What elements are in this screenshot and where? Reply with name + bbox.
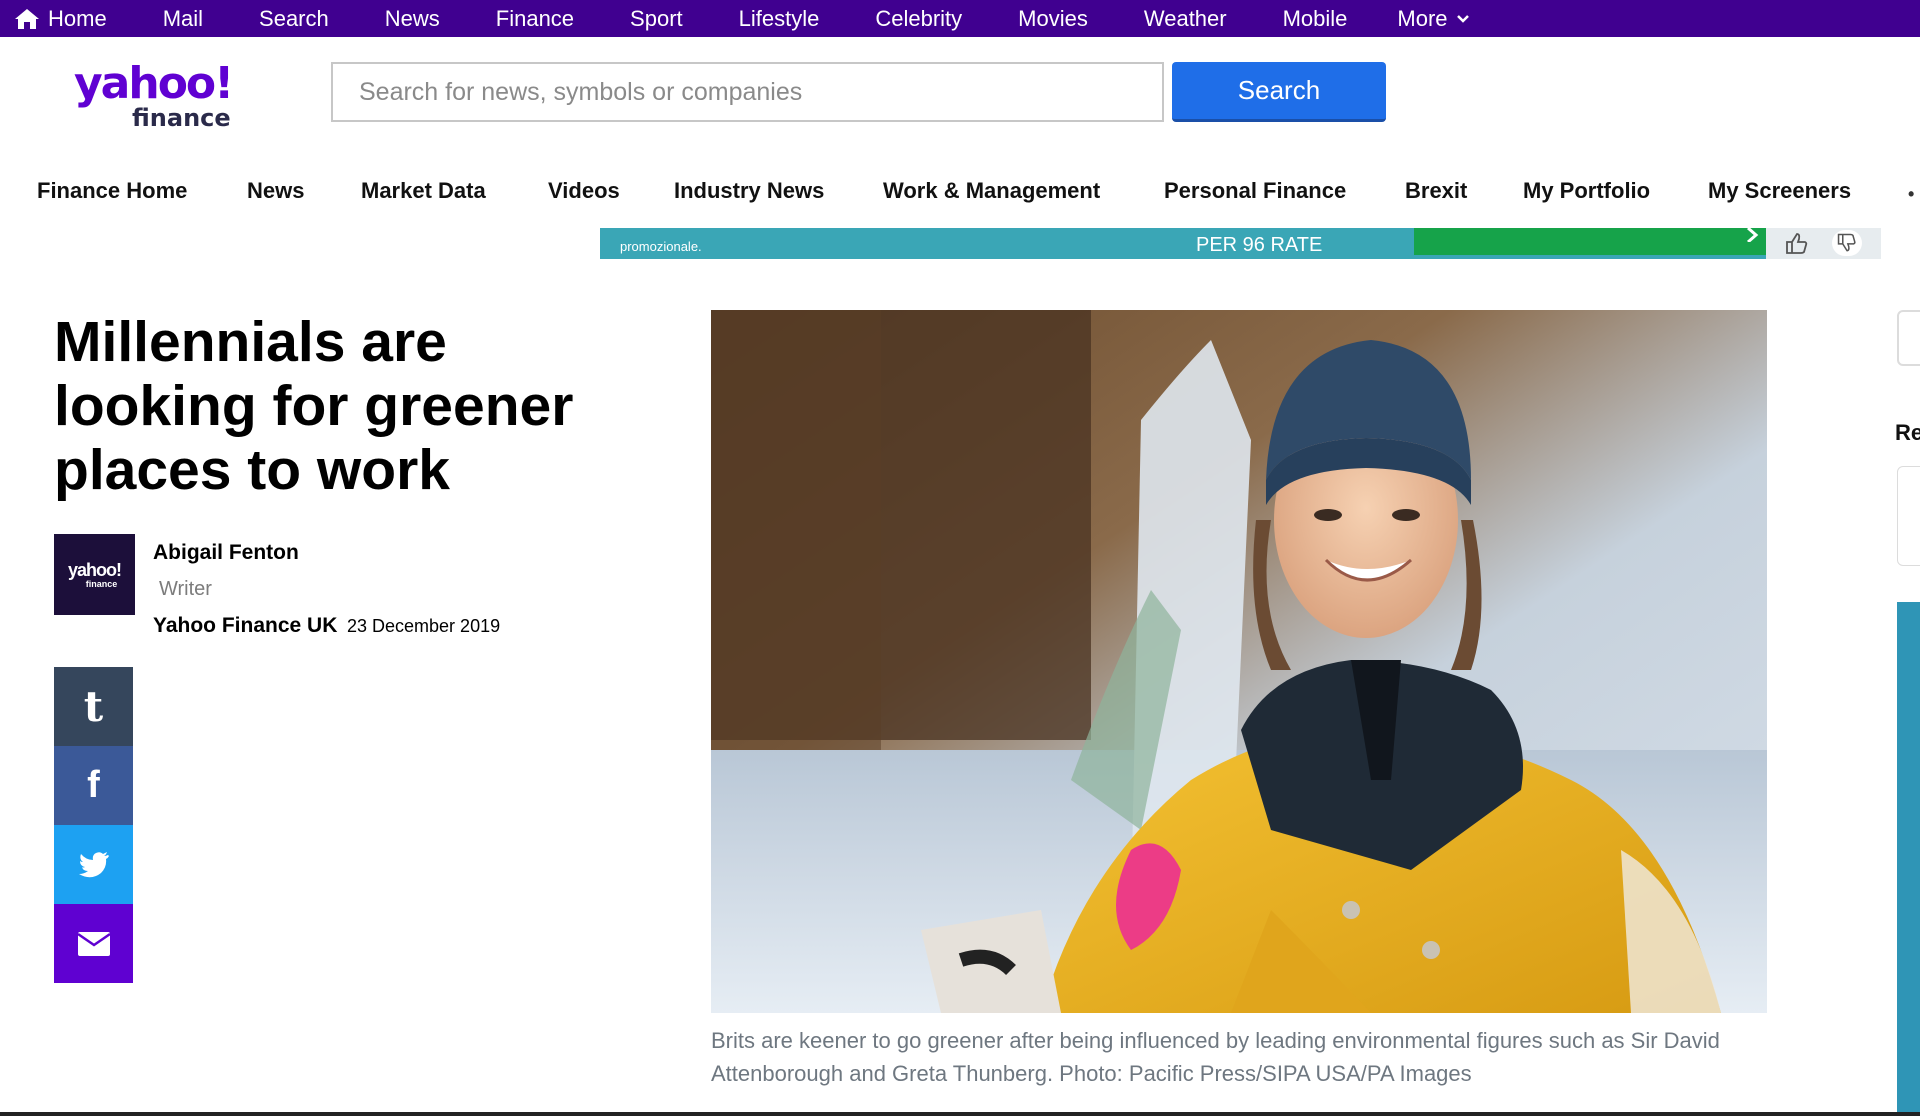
subnav-market-data[interactable]: Market Data (361, 178, 486, 204)
author-avatar-logo-sub: finance (85, 578, 118, 589)
topnav-mail[interactable]: Mail (163, 0, 203, 37)
logo-yahoo-text: yahoo! (74, 58, 234, 109)
author-role: Writer (159, 578, 212, 600)
topnav-more-label: More (1397, 5, 1448, 31)
share-twitter-button[interactable] (54, 825, 133, 904)
window-bottom-edge (0, 1112, 1920, 1116)
facebook-icon: f (87, 764, 100, 806)
author-name[interactable]: Abigail Fenton (153, 541, 299, 565)
subnav-brexit[interactable]: Brexit (1405, 178, 1467, 204)
topnav-finance[interactable]: Finance (496, 0, 574, 37)
yahoo-finance-logo[interactable]: yahoo! finance (74, 62, 244, 134)
topnav-lifestyle[interactable]: Lifestyle (739, 0, 820, 37)
sidebar-card[interactable] (1897, 466, 1920, 566)
ad-feedback (1766, 228, 1881, 259)
ad-text-rate: PER 96 RATE (1196, 234, 1323, 256)
topnav-weather[interactable]: Weather (1144, 0, 1227, 37)
subnav-my-screeners[interactable]: My Screeners (1708, 178, 1851, 204)
top-nav-bar: Home Mail Search News Finance Sport Life… (0, 0, 1920, 37)
subnav-videos[interactable]: Videos (548, 178, 620, 204)
topnav-news[interactable]: News (385, 0, 440, 37)
subnav-work-management[interactable]: Work & Management (883, 178, 1100, 204)
subnav-personal-finance[interactable]: Personal Finance (1164, 178, 1346, 204)
photo-caption: Brits are keener to go greener after bei… (711, 1028, 1720, 1086)
article-photo (711, 310, 1767, 1013)
topnav-more[interactable]: More (1397, 0, 1469, 37)
ad-text: promozionale. (620, 239, 702, 254)
sidebar-section-title: Re (1895, 420, 1920, 445)
topnav-home-label: Home (48, 5, 107, 31)
search-button[interactable]: Search (1172, 62, 1386, 122)
article-headline: Millennials are looking for greener plac… (54, 310, 574, 502)
topnav-mobile[interactable]: Mobile (1283, 0, 1348, 37)
topnav-home[interactable]: Home (14, 0, 107, 37)
publisher-name[interactable]: Yahoo Finance UK (153, 614, 337, 638)
email-icon (77, 931, 110, 956)
topnav-search[interactable]: Search (259, 0, 329, 37)
share-tumblr-button[interactable]: t (54, 667, 133, 746)
author-avatar[interactable]: yahoo! finance (54, 534, 135, 615)
sidebar-search-box[interactable] (1897, 310, 1920, 366)
thumbs-up-icon[interactable] (1784, 230, 1810, 256)
author-avatar-logo-text: yahoo! (67, 559, 122, 580)
subnav-my-portfolio[interactable]: My Portfolio (1523, 178, 1650, 204)
chevron-down-icon (1456, 14, 1469, 23)
publish-date: 23 December 2019 (347, 616, 501, 636)
ad-cta-button[interactable] (1414, 228, 1766, 255)
arrow-right-icon (1747, 228, 1759, 242)
photo-illustration (711, 310, 1767, 1013)
topnav-movies[interactable]: Movies (1018, 0, 1088, 37)
subnav-finance-home[interactable]: Finance Home (37, 178, 187, 204)
sidebar-ad[interactable] (1897, 602, 1920, 1116)
logo-finance-text: finance (132, 104, 231, 132)
share-email-button[interactable] (54, 904, 133, 983)
subnav-overflow-icon[interactable]: • (1908, 184, 1914, 205)
search-box (331, 62, 1164, 122)
topnav-sport[interactable]: Sport (630, 0, 683, 37)
tumblr-icon: t (83, 682, 104, 731)
subnav-industry-news[interactable]: Industry News (674, 178, 824, 204)
share-facebook-button[interactable]: f (54, 746, 133, 825)
topnav-celebrity[interactable]: Celebrity (875, 0, 962, 37)
ad-banner[interactable]: promozionale. PER 96 RATE (600, 228, 1881, 259)
thumbs-down-icon (1837, 233, 1856, 252)
subnav-news[interactable]: News (247, 178, 304, 204)
twitter-icon (78, 851, 109, 877)
thumbs-down-button[interactable] (1832, 230, 1862, 256)
home-icon (15, 8, 39, 29)
search-input[interactable] (359, 77, 1162, 107)
